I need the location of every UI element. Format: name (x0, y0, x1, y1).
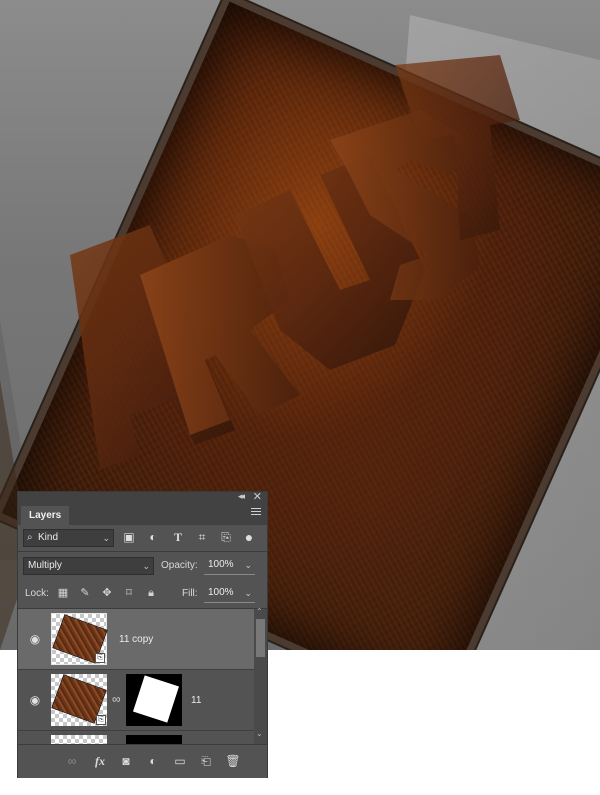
lock-image-pixels-icon[interactable]: ✎ (78, 586, 92, 600)
lock-artboard-icon[interactable]: ⌑ (122, 586, 136, 600)
fill-field[interactable]: 100% ⌄ (204, 585, 255, 603)
panel-title-bar[interactable]: ◂◂ ✕ (18, 490, 267, 504)
new-adjustment-icon[interactable]: ◐ (145, 753, 161, 769)
fill-underline (204, 602, 255, 603)
opacity-field[interactable]: 100% ⌄ (204, 557, 255, 575)
fx-icon[interactable]: fx (92, 753, 108, 769)
layer-name[interactable]: 11 copy (119, 634, 153, 645)
opacity-underline (204, 574, 255, 575)
layer-row-11-copy[interactable]: ◉ ⎘ 11 copy (18, 609, 254, 670)
smart-object-badge-icon: ⎘ (95, 653, 105, 663)
layer-row-11[interactable]: ◉ ⎘ ∞ 11 (18, 670, 254, 731)
fill-label: Fill: (182, 588, 198, 599)
link-layers-icon[interactable]: ∞ (64, 753, 80, 769)
layer-mask-thumbnail[interactable] (126, 735, 182, 744)
collapse-icon[interactable]: ◂◂ (238, 491, 245, 502)
image-filter-icon[interactable]: ▣ (122, 530, 136, 544)
fill-value: 100% (208, 587, 234, 598)
layer-thumbnail[interactable]: ⎘ (51, 613, 107, 665)
layer-list: ◉ ⎘ 11 copy ◉ ⎘ ∞ 11 (18, 609, 254, 744)
blend-mode-select[interactable]: Multiply ⌄ (23, 557, 154, 575)
layer-mask-thumbnail[interactable] (126, 674, 182, 726)
lock-position-icon[interactable]: ✥ (100, 586, 114, 600)
search-icon: ⌕ (27, 532, 33, 543)
shape-filter-icon[interactable]: ⌗ (195, 530, 209, 544)
layer-list-scrollbar[interactable]: ⌃ ⌄ (254, 607, 267, 744)
chevron-down-icon[interactable]: ⌄ (244, 585, 252, 601)
layer-thumbnail[interactable] (51, 735, 107, 744)
filter-kind-label: Kind (38, 532, 59, 543)
divider (18, 551, 267, 552)
layers-bottom-toolbar: ∞ fx ◙ ◐ ▭ ⎗ 🗑︎ (18, 744, 267, 778)
delete-icon[interactable]: 🗑︎ (225, 753, 241, 769)
visibility-eye-icon[interactable]: ◉ (28, 632, 42, 646)
lock-all-icon[interactable]: 🔒︎ (144, 586, 158, 600)
smart-object-badge-icon: ⎘ (96, 715, 106, 725)
chevron-down-icon: ⌄ (102, 533, 110, 543)
type-filter-icon[interactable]: T (171, 530, 185, 544)
layer-thumbnail[interactable]: ⎘ (51, 674, 107, 726)
layer-name[interactable]: 11 (191, 695, 201, 706)
tab-layers[interactable]: Layers (21, 506, 70, 525)
layers-panel: ◂◂ ✕ Layers ⌕ Kind ⌄ ▣ ◐ T ⌗ ⎘ ● Multipl… (17, 491, 268, 778)
panel-tab-row: Layers (18, 504, 267, 525)
layer-row-partial[interactable] (18, 731, 254, 744)
opacity-label: Opacity: (161, 560, 198, 571)
scroll-thumb[interactable] (256, 619, 265, 657)
adjustment-filter-icon[interactable]: ◐ (146, 530, 160, 544)
blend-mode-value: Multiply (28, 560, 62, 571)
filter-kind-select[interactable]: ⌕ Kind ⌄ (23, 529, 114, 547)
visibility-eye-icon[interactable]: ◉ (28, 693, 42, 707)
add-mask-icon[interactable]: ◙ (118, 753, 134, 769)
lock-transparent-pixels-icon[interactable]: ▦ (56, 586, 70, 600)
opacity-value: 100% (208, 559, 234, 570)
smart-object-filter-icon[interactable]: ⎘ (219, 530, 233, 544)
new-group-icon[interactable]: ▭ (172, 753, 188, 769)
panel-menu-icon[interactable] (251, 508, 261, 516)
scroll-down-icon[interactable]: ⌄ (256, 729, 263, 738)
lock-label: Lock: (25, 588, 49, 599)
scroll-up-icon[interactable]: ⌃ (256, 607, 263, 616)
chevron-down-icon[interactable]: ⌄ (244, 557, 252, 573)
mask-link-icon[interactable]: ∞ (112, 692, 121, 706)
filter-toggle-icon[interactable]: ● (242, 530, 256, 544)
close-icon[interactable]: ✕ (253, 490, 262, 503)
new-layer-icon[interactable]: ⎗ (198, 753, 214, 769)
chevron-down-icon: ⌄ (142, 561, 150, 571)
